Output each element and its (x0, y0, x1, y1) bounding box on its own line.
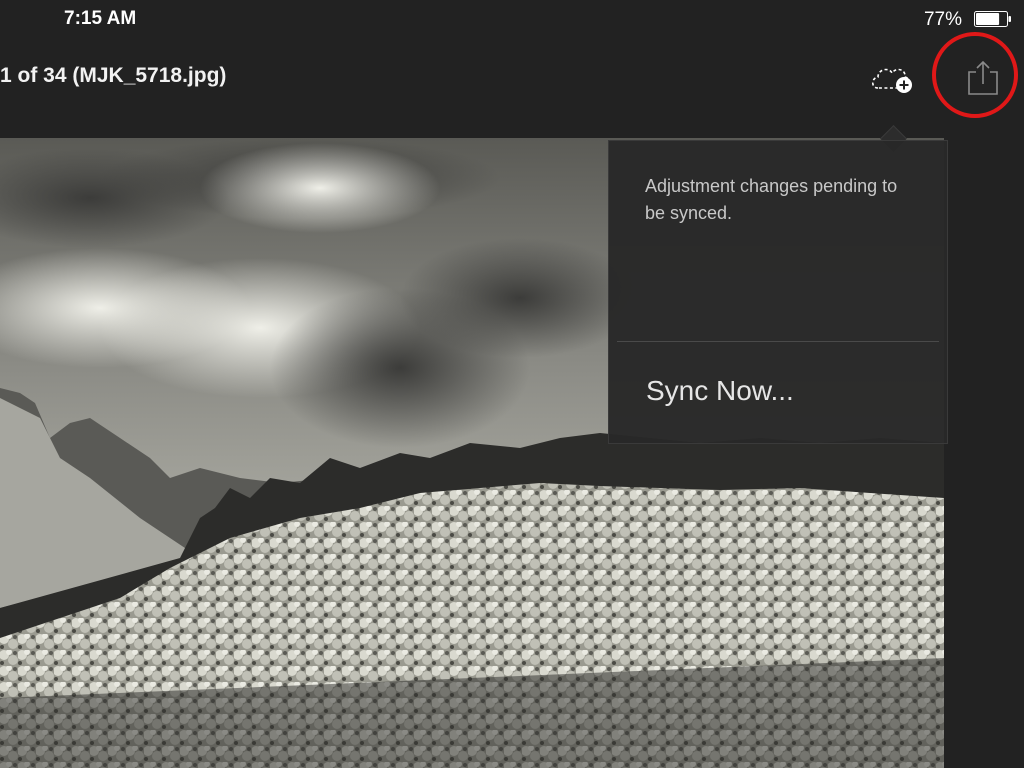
battery-percentage: 77% (923, 9, 962, 30)
share-icon (968, 60, 998, 95)
share-button[interactable] (962, 58, 1004, 98)
cloud-sync-button[interactable] (868, 58, 918, 98)
sync-pending-message: Adjustment changes pending to be synced. (645, 176, 898, 223)
battery-icon (974, 11, 1011, 27)
sync-now-button[interactable]: Sync Now... (646, 375, 794, 407)
popover-divider (617, 341, 939, 342)
sync-popover: Adjustment changes pending to be synced.… (608, 140, 948, 444)
cloud-add-icon (871, 68, 912, 93)
status-bar: 7:15 AM 77% (0, 0, 1024, 38)
nav-bar: 1 of 34 (MJK_5718.jpg) (0, 38, 1024, 138)
status-time: 7:15 AM (64, 8, 137, 29)
photo-title: 1 of 34 (MJK_5718.jpg) (0, 64, 227, 87)
